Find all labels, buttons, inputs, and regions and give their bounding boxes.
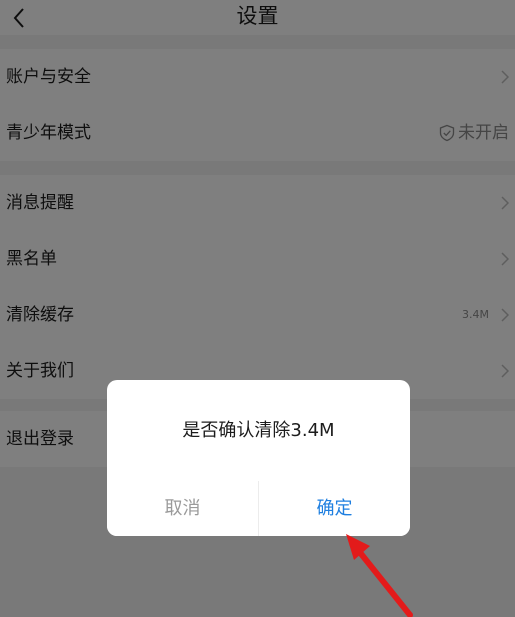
cancel-button[interactable]: 取消	[107, 481, 258, 536]
annotation-arrow-icon	[346, 534, 413, 617]
dialog-message: 是否确认清除3.4M	[182, 420, 335, 441]
clear-cache-dialog: 是否确认清除3.4M 取消 确定	[107, 380, 410, 536]
